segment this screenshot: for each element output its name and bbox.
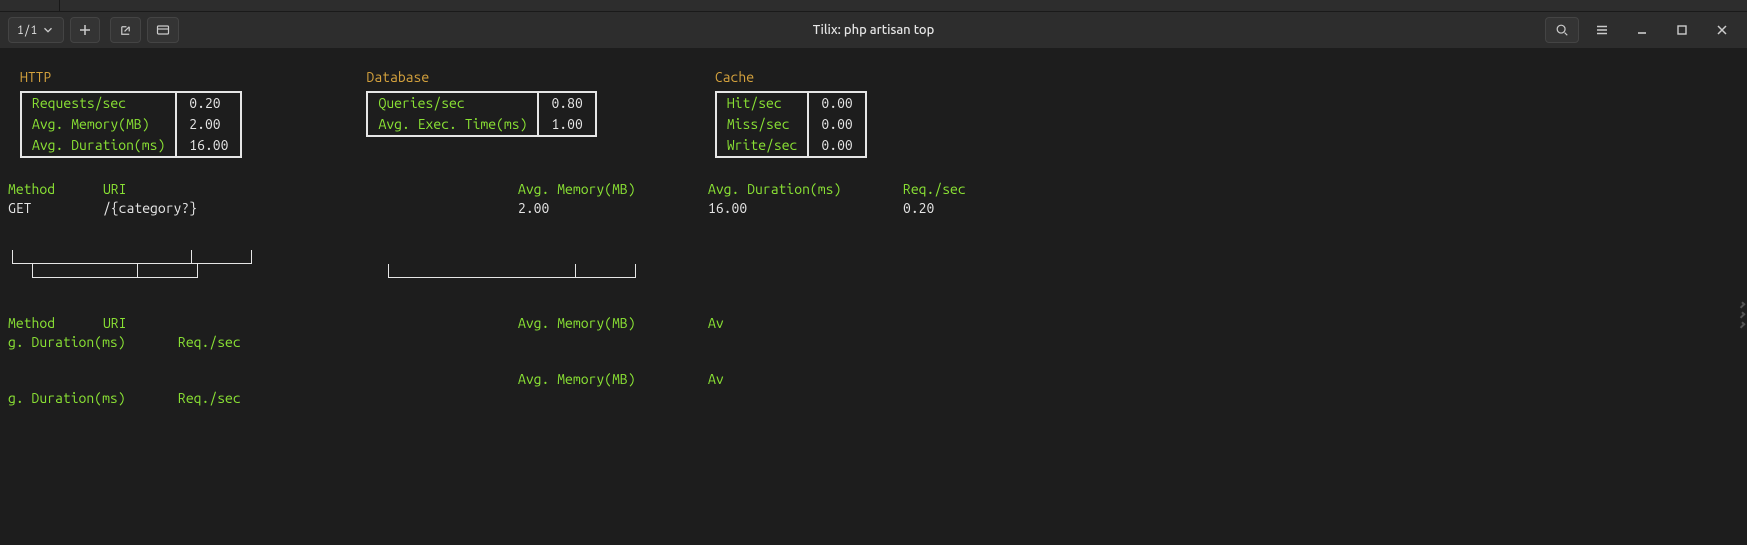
pager-label: 1/1	[17, 24, 37, 37]
title-bar: 1/1 Tilix: php artisan top	[0, 12, 1747, 48]
session-pager-button[interactable]: 1/1	[8, 17, 64, 43]
fragment-line-4: g. Duration(ms) Req./sec	[8, 389, 1739, 408]
routes-table-header: Method URI Avg. Memory(MB) Avg. Duration…	[8, 180, 1739, 199]
plus-icon	[79, 24, 91, 36]
chevron-down-icon	[41, 23, 55, 37]
close-window-button[interactable]	[1705, 17, 1739, 43]
tab-ghost	[0, 0, 60, 11]
redraw-skeleton-1	[8, 250, 648, 276]
fragment-line-3: Avg. Memory(MB) Av	[8, 370, 1739, 389]
fragment-header-1: Method URI Avg. Memory(MB) Av	[8, 314, 1739, 333]
maximize-window-button[interactable]	[1665, 17, 1699, 43]
close-icon	[1715, 23, 1729, 37]
cache-stats-table: Hit/sec0.00 Miss/sec0.00 Write/sec0.00	[715, 91, 867, 158]
table-row: Hit/sec0.00	[716, 92, 866, 114]
minimize-window-button[interactable]	[1625, 17, 1659, 43]
table-row: Miss/sec0.00	[716, 114, 866, 135]
table-row: Avg. Memory(MB)2.00	[21, 114, 241, 135]
terminal-pane[interactable]: HTTP Requests/sec0.20 Avg. Memory(MB)2.0…	[0, 48, 1747, 545]
table-row: Avg. Duration(ms)16.00	[21, 135, 241, 157]
hamburger-icon	[1595, 23, 1609, 37]
add-terminal-button[interactable]	[70, 17, 100, 43]
http-section-title: HTTP	[20, 68, 242, 87]
search-icon	[1555, 23, 1569, 37]
open-in-new-button[interactable]	[110, 17, 141, 43]
database-section-title: Database	[366, 68, 596, 87]
table-row: Requests/sec0.20	[21, 92, 241, 114]
application-tab-strip	[0, 0, 1747, 12]
layout-icon	[156, 23, 170, 37]
caret-icon	[1738, 301, 1745, 308]
search-button[interactable]	[1545, 17, 1579, 43]
table-row: Avg. Exec. Time(ms)1.00	[367, 114, 595, 136]
maximize-icon	[1675, 23, 1689, 37]
open-in-new-icon	[119, 24, 132, 37]
caret-icon	[1738, 311, 1745, 318]
database-stats-table: Queries/sec0.80 Avg. Exec. Time(ms)1.00	[366, 91, 596, 137]
fragment-line-2: g. Duration(ms) Req./sec	[8, 333, 1739, 352]
http-stats-table: Requests/sec0.20 Avg. Memory(MB)2.00 Avg…	[20, 91, 242, 158]
cache-section-title: Cache	[715, 68, 867, 87]
hamburger-menu-button[interactable]	[1585, 17, 1619, 43]
window-title: Tilix: php artisan top	[813, 23, 935, 37]
layout-button[interactable]	[147, 17, 179, 43]
caret-icon	[1738, 321, 1745, 328]
routes-table-row: GET /{category?} 2.00 16.00 0.20	[8, 199, 1739, 218]
table-row: Queries/sec0.80	[367, 92, 595, 114]
table-row: Write/sec0.00	[716, 135, 866, 157]
scroll-indicator	[1739, 303, 1745, 327]
minimize-icon	[1635, 23, 1649, 37]
